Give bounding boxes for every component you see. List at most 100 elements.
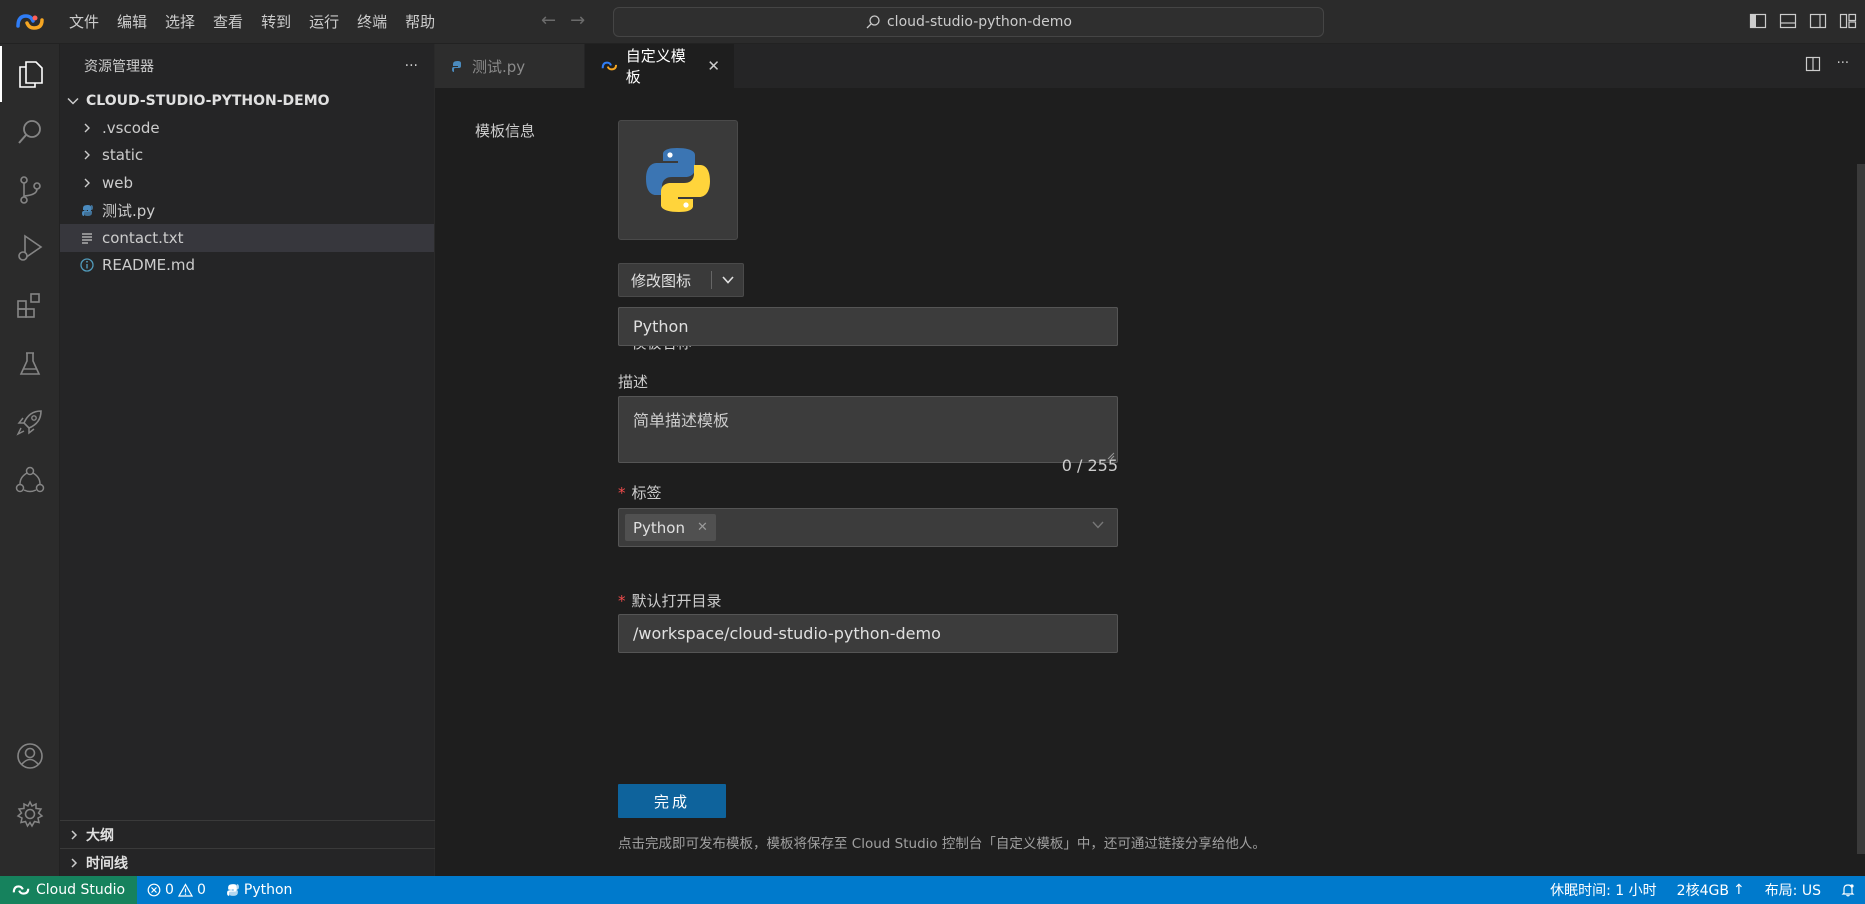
outline-section[interactable]: 大纲 xyxy=(60,820,435,848)
tree-item-label: .vscode xyxy=(102,118,160,137)
tag-remove-icon[interactable]: ✕ xyxy=(697,520,708,535)
menu-file[interactable]: 文件 xyxy=(60,0,108,44)
tree-item-label: 测试.py xyxy=(102,201,156,220)
tree-item-static[interactable]: static xyxy=(60,142,434,170)
machine-spec-label: 2核4GB xyxy=(1676,883,1729,899)
default-dir-value: /workspace/cloud-studio-python-demo xyxy=(633,624,941,643)
menu-view[interactable]: 查看 xyxy=(204,0,252,44)
notifications-bell-icon[interactable] xyxy=(1831,876,1865,904)
close-icon[interactable]: ✕ xyxy=(707,57,720,75)
tag-chip: Python ✕ xyxy=(625,514,716,541)
menu-run[interactable]: 运行 xyxy=(300,0,348,44)
python-logo-icon xyxy=(646,148,710,212)
menu-help[interactable]: 帮助 xyxy=(396,0,444,44)
default-dir-label: * 默认打开目录 xyxy=(618,590,722,611)
tab-test-py[interactable]: 测试.py xyxy=(435,44,585,88)
warning-count: 0 xyxy=(196,882,206,898)
tags-select[interactable]: Python ✕ xyxy=(618,508,1118,547)
tree-item-test-py[interactable]: 测试.py xyxy=(60,197,434,225)
status-right: 休眠时间: 1 小时 2核4GB ↑ 布局: US xyxy=(1540,876,1865,904)
warning-icon xyxy=(177,883,193,897)
description-counter: 0 / 255 xyxy=(1061,456,1118,475)
python-file-icon xyxy=(452,60,461,72)
toggle-panel-icon[interactable] xyxy=(1779,12,1797,30)
tree-item-readme[interactable]: README.md xyxy=(60,252,434,280)
editor-tab-bar: 测试.py 自定义模板 ✕ ··· xyxy=(435,44,1865,88)
remote-label: Cloud Studio xyxy=(36,882,126,898)
search-icon[interactable] xyxy=(0,104,60,160)
required-mark: * xyxy=(618,484,626,502)
default-dir-input[interactable]: /workspace/cloud-studio-python-demo xyxy=(618,614,1118,653)
editor-scrollbar[interactable] xyxy=(1857,164,1865,854)
tree-item-contact-txt[interactable]: contact.txt xyxy=(60,224,434,252)
tree-item-vscode[interactable]: .vscode xyxy=(60,114,434,142)
split-editor-icon[interactable] xyxy=(1805,56,1821,76)
tab-label: 测试.py xyxy=(472,57,526,76)
explorer-header: 资源管理器 ··· xyxy=(60,44,434,88)
chevron-down-icon[interactable] xyxy=(712,275,743,285)
chevron-right-icon xyxy=(80,177,94,189)
title-bar: 文件 编辑 选择 查看 转到 运行 终端 帮助 ← → cloud-studio… xyxy=(0,0,1865,44)
submit-button[interactable]: 完成 xyxy=(618,784,726,818)
template-name-input[interactable]: Python xyxy=(618,307,1118,346)
settings-gear-icon[interactable] xyxy=(0,786,60,842)
extensions-icon[interactable] xyxy=(0,278,60,334)
run-debug-icon[interactable] xyxy=(0,220,60,276)
menu-terminal[interactable]: 终端 xyxy=(348,0,396,44)
source-control-icon[interactable] xyxy=(0,162,60,218)
forward-arrow-icon[interactable]: → xyxy=(570,10,585,31)
problems-indicator[interactable]: 0 0 xyxy=(137,876,216,904)
tag-chip-label: Python xyxy=(633,518,685,537)
chevron-down-icon xyxy=(67,97,79,105)
menu-go[interactable]: 转到 xyxy=(252,0,300,44)
error-icon xyxy=(147,883,161,897)
editor-more-icon[interactable]: ··· xyxy=(1837,56,1849,76)
explorer-more-icon[interactable]: ··· xyxy=(405,58,418,74)
remote-indicator[interactable]: Cloud Studio xyxy=(0,876,138,904)
timeline-section[interactable]: 时间线 xyxy=(60,848,435,876)
python-logo-icon xyxy=(226,884,239,896)
keyboard-layout[interactable]: 布局: US xyxy=(1755,876,1831,904)
deploy-rocket-icon[interactable] xyxy=(0,394,60,450)
activity-bar xyxy=(0,44,60,876)
toggle-secondary-sidebar-icon[interactable] xyxy=(1809,12,1827,30)
menu-edit[interactable]: 编辑 xyxy=(108,0,156,44)
tab-custom-template[interactable]: 自定义模板 ✕ xyxy=(585,44,735,88)
tree-item-web[interactable]: web xyxy=(60,169,434,197)
toggle-primary-sidebar-icon[interactable] xyxy=(1749,12,1767,30)
menu-selection[interactable]: 选择 xyxy=(156,0,204,44)
tags-label-text: 标签 xyxy=(631,484,662,502)
chevron-down-icon[interactable] xyxy=(1091,519,1105,534)
status-bar: Cloud Studio 0 0 Python 休眠时间: 1 小时 2核4GB… xyxy=(0,876,1865,904)
customize-layout-icon[interactable] xyxy=(1839,12,1857,30)
tree-item-label: web xyxy=(102,173,134,192)
command-center[interactable]: cloud-studio-python-demo xyxy=(613,7,1324,37)
chevron-right-icon xyxy=(71,829,78,840)
change-icon-button[interactable]: 修改图标 xyxy=(618,263,744,297)
tree-item-label: static xyxy=(102,146,144,165)
tree-item-label: README.md xyxy=(102,256,196,275)
layout-controls xyxy=(1749,12,1857,30)
description-textarea[interactable]: 简单描述模板 xyxy=(618,396,1118,463)
explorer-icon[interactable] xyxy=(0,46,60,102)
python-file-icon xyxy=(80,204,94,217)
default-dir-label-text: 默认打开目录 xyxy=(631,592,722,610)
editor-actions: ··· xyxy=(1805,56,1849,76)
required-mark: * xyxy=(618,592,626,610)
python-interpreter[interactable]: Python xyxy=(216,876,303,904)
collaboration-icon[interactable] xyxy=(0,452,60,508)
machine-spec[interactable]: 2核4GB ↑ xyxy=(1667,876,1755,904)
testing-flask-icon[interactable] xyxy=(0,336,60,392)
workspace-root-folder[interactable]: CLOUD-STUDIO-PYTHON-DEMO xyxy=(60,88,434,114)
back-arrow-icon[interactable]: ← xyxy=(541,10,556,31)
explorer-sidebar: 资源管理器 ··· CLOUD-STUDIO-PYTHON-DEMO .vsco… xyxy=(60,44,435,876)
cloud-studio-logo-icon xyxy=(12,885,30,895)
outline-label: 大纲 xyxy=(86,827,114,844)
tree-item-label: contact.txt xyxy=(102,228,184,247)
nav-arrows: ← → xyxy=(541,10,585,31)
custom-template-editor: 模板信息 修改图标 *模板名称 Python 描述 简单描述模板 0 / 255… xyxy=(435,88,1865,876)
sleep-timer[interactable]: 休眠时间: 1 小时 xyxy=(1540,876,1667,904)
text-file-icon xyxy=(80,232,94,244)
explorer-title: 资源管理器 xyxy=(84,59,154,75)
account-icon[interactable] xyxy=(0,728,60,784)
